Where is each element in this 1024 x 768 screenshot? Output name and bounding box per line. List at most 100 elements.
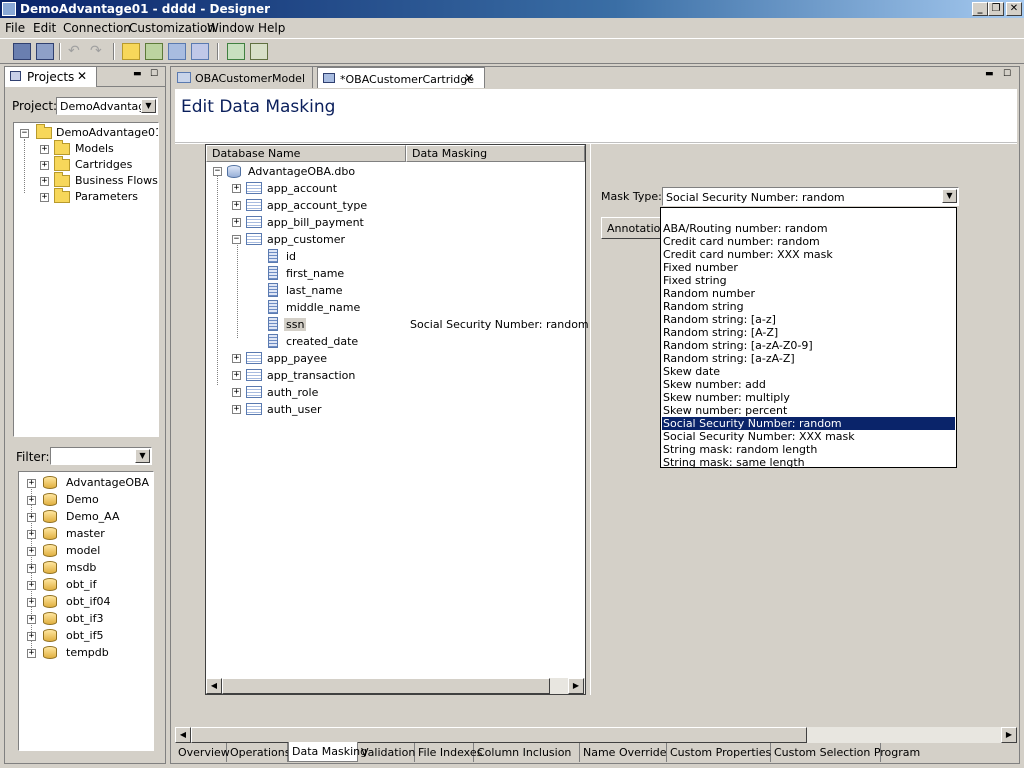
menu-customization[interactable]: Customization: [129, 21, 215, 35]
tree-node-root[interactable]: − AdvantageOBA.dbo: [206, 163, 585, 180]
expand-icon[interactable]: +: [27, 564, 36, 573]
close-icon[interactable]: ✕: [77, 69, 87, 83]
bottom-tab-operations[interactable]: Operations: [227, 743, 290, 762]
mask-option-random-string-a-za-z0-9[interactable]: Random string: [a-zA-Z0-9]: [662, 339, 955, 352]
scroll-thumb[interactable]: [222, 678, 550, 694]
tree-node-column-first-name[interactable]: first_name: [206, 265, 585, 282]
project-select[interactable]: DemoAdvantage01 ▼: [56, 97, 158, 115]
tree-item-models[interactable]: + Models: [14, 140, 154, 157]
mask-option-skew-date[interactable]: Skew date: [662, 365, 955, 378]
mask-option-string-mask-same-length[interactable]: String mask: same length: [662, 456, 955, 469]
database-item-model[interactable]: + model: [19, 543, 151, 559]
tree-node-column-middle-name[interactable]: middle_name: [206, 299, 585, 316]
tree-item-parameters[interactable]: + Parameters: [14, 188, 154, 205]
mask-option-skew-number-percent[interactable]: Skew number: percent: [662, 404, 955, 417]
tree-root[interactable]: − DemoAdvantage01: [14, 124, 158, 141]
expand-icon[interactable]: +: [27, 581, 36, 590]
close-icon[interactable]: ✕: [464, 71, 474, 85]
maximize-icon[interactable]: ☐: [1003, 69, 1015, 79]
maximize-icon[interactable]: ☐: [150, 69, 162, 79]
expand-icon[interactable]: +: [232, 354, 241, 363]
mask-option-fixed-number[interactable]: Fixed number: [662, 261, 955, 274]
expand-icon[interactable]: +: [232, 405, 241, 414]
column-header-data-masking[interactable]: Data Masking: [406, 145, 585, 162]
column-header-database-name[interactable]: Database Name: [206, 145, 406, 162]
new-cartridge-icon[interactable]: [168, 43, 186, 60]
database-item-obt-if5[interactable]: + obt_if5: [19, 628, 151, 644]
new-model-icon[interactable]: [145, 43, 163, 60]
tree-node-column-ssn[interactable]: ssn Social Security Number: random: [206, 316, 589, 333]
tab-oba-customer-cartridge[interactable]: *OBACustomerCartridge ✕: [317, 67, 485, 88]
mask-option-random-string-a-za-z[interactable]: Random string: [a-zA-Z]: [662, 352, 955, 365]
minimize-icon[interactable]: ▬: [985, 69, 997, 79]
scroll-left-icon[interactable]: ◀: [175, 727, 191, 743]
tree-item-cartridges[interactable]: + Cartridges: [14, 156, 154, 173]
mask-option-skew-number-multiply[interactable]: Skew number: multiply: [662, 391, 955, 404]
mask-option-random-number[interactable]: Random number: [662, 287, 955, 300]
bottom-tab-column-inclusion[interactable]: Column Inclusion: [474, 743, 580, 762]
expand-icon[interactable]: +: [27, 513, 36, 522]
mask-option-fixed-string[interactable]: Fixed string: [662, 274, 955, 287]
chevron-down-icon[interactable]: ▼: [141, 99, 156, 113]
mask-option-social-security-number-random[interactable]: Social Security Number: random: [662, 417, 955, 430]
database-item-msdb[interactable]: + msdb: [19, 560, 151, 576]
expand-icon[interactable]: +: [232, 371, 241, 380]
tree-node-app-account[interactable]: + app_account: [206, 180, 585, 197]
tree-node-app-bill-payment[interactable]: + app_bill_payment: [206, 214, 585, 231]
mask-option-social-security-number-xxx-mask[interactable]: Social Security Number: XXX mask: [662, 430, 955, 443]
database-item-master[interactable]: + master: [19, 526, 151, 542]
database-item-tempdb[interactable]: + tempdb: [19, 645, 151, 661]
horizontal-scrollbar[interactable]: ◀ ▶: [206, 678, 585, 694]
tree-node-auth-role[interactable]: + auth_role: [206, 384, 585, 401]
tree-item-business-flows[interactable]: + Business Flows: [14, 172, 158, 189]
database-item-demo-aa[interactable]: + Demo_AA: [19, 509, 151, 525]
bottom-tab-data-masking[interactable]: Data Masking: [288, 742, 367, 762]
filter-select[interactable]: ▼: [50, 447, 152, 465]
expand-icon[interactable]: +: [27, 547, 36, 556]
new-project-icon[interactable]: [122, 43, 140, 60]
mask-option-random-string-a-z[interactable]: Random string: [A-Z]: [662, 326, 955, 339]
database-item-obt-if04[interactable]: + obt_if04: [19, 594, 151, 610]
tree-node-app-account-type[interactable]: + app_account_type: [206, 197, 585, 214]
bottom-tab-custom-selection-program[interactable]: Custom Selection Program: [771, 743, 920, 762]
expand-icon[interactable]: +: [27, 496, 36, 505]
scroll-right-icon[interactable]: ▶: [568, 678, 584, 694]
tree-node-auth-user[interactable]: + auth_user: [206, 401, 585, 418]
export-icon[interactable]: [227, 43, 245, 60]
expand-icon[interactable]: +: [27, 530, 36, 539]
annotation-button[interactable]: Annotation: [601, 217, 663, 239]
mask-option-credit-card-number-xxx-mask[interactable]: Credit card number: XXX mask: [662, 248, 955, 261]
expand-icon[interactable]: +: [232, 201, 241, 210]
save-all-icon[interactable]: [36, 43, 54, 60]
tree-node-app-transaction[interactable]: + app_transaction: [206, 367, 585, 384]
undo-icon[interactable]: ↶: [68, 43, 86, 60]
mask-option-aba-routing-number-random[interactable]: ABA/Routing number: random: [662, 222, 955, 235]
minimize-button[interactable]: _: [972, 2, 988, 16]
menu-help[interactable]: Help: [258, 21, 285, 35]
scroll-thumb[interactable]: [191, 727, 807, 743]
tree-node-app-customer[interactable]: − app_customer: [206, 231, 585, 248]
mask-option-skew-number-add[interactable]: Skew number: add: [662, 378, 955, 391]
tree-node-column-id[interactable]: id: [206, 248, 585, 265]
bottom-tab-overview[interactable]: Overview: [175, 743, 230, 762]
search-icon[interactable]: [250, 43, 268, 60]
bottom-tab-custom-properties[interactable]: Custom Properties: [667, 743, 771, 762]
chevron-down-icon[interactable]: ▼: [135, 449, 150, 463]
chevron-down-icon[interactable]: ▼: [942, 189, 957, 203]
mask-type-select[interactable]: Social Security Number: random ▼: [662, 187, 959, 206]
redo-icon[interactable]: ↷: [90, 43, 108, 60]
close-button[interactable]: ✕: [1006, 2, 1022, 16]
expand-icon[interactable]: +: [27, 632, 36, 641]
expand-icon[interactable]: +: [27, 649, 36, 658]
expand-icon[interactable]: +: [27, 615, 36, 624]
tree-node-column-created-date[interactable]: created_date: [206, 333, 585, 350]
expand-icon[interactable]: +: [232, 388, 241, 397]
expand-icon[interactable]: +: [232, 184, 241, 193]
bottom-tab-file-indexes[interactable]: File Indexes: [415, 743, 482, 762]
scroll-left-icon[interactable]: ◀: [206, 678, 222, 694]
menu-edit[interactable]: Edit: [33, 21, 56, 35]
mask-option-credit-card-number-random[interactable]: Credit card number: random: [662, 235, 955, 248]
new-flow-icon[interactable]: [191, 43, 209, 60]
expand-icon[interactable]: +: [27, 479, 36, 488]
mask-option-string-mask-random-length[interactable]: String mask: random length: [662, 443, 955, 456]
